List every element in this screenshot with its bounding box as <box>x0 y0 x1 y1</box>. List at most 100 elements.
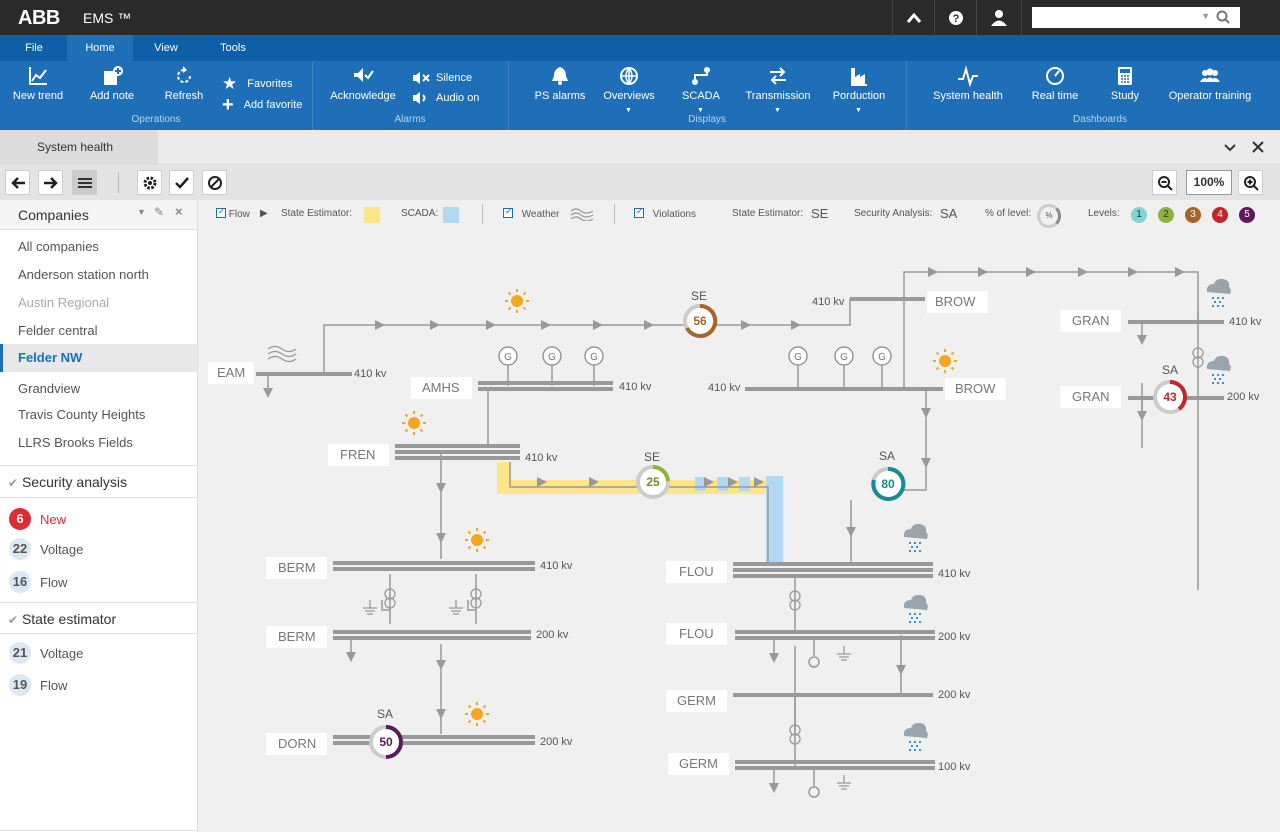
new-alarms-link[interactable]: New <box>40 512 66 527</box>
search-icon[interactable] <box>1216 10 1230 24</box>
sidebar: Companies ▼ ✎ × All companies Anderson s… <box>0 200 198 832</box>
user-button[interactable] <box>976 0 1022 35</box>
zoom-in-button[interactable] <box>1238 170 1263 195</box>
app-name: EMS ™ <box>83 10 132 26</box>
voltage-label: 200 kv <box>536 629 569 641</box>
gauge-icon <box>1046 67 1064 85</box>
sa-gauge: 80 SA <box>871 449 906 501</box>
voltage-label: 410 kv <box>938 568 971 580</box>
tab-menu-chevron-icon[interactable] <box>1224 140 1236 158</box>
filter-dropdown-icon[interactable]: ▼ <box>137 207 146 217</box>
transmission-caret-icon[interactable]: ▼ <box>774 107 781 114</box>
company-item[interactable]: Travis County Heights <box>18 407 145 422</box>
wind-icon <box>267 345 297 363</box>
menu-button[interactable] <box>72 170 97 195</box>
silence-button[interactable]: Silence <box>412 71 472 85</box>
station-label: BROW <box>955 381 996 396</box>
arrow-left-icon <box>10 176 25 189</box>
scada-button[interactable]: SCADA <box>676 65 726 102</box>
voltage-link[interactable]: Voltage <box>40 646 83 661</box>
audio-on-button[interactable]: Audio on <box>412 91 479 105</box>
scada-label: SCADA <box>682 90 720 102</box>
tab-system-health[interactable]: System health <box>0 130 158 165</box>
operator-training-button[interactable]: Operator training <box>1164 65 1256 102</box>
search-dropdown-icon[interactable]: ▼ <box>1201 11 1210 21</box>
production-caret-icon[interactable]: ▼ <box>855 107 862 114</box>
forward-button[interactable] <box>38 170 63 195</box>
plus-icon: + <box>222 94 234 116</box>
company-item[interactable]: All companies <box>18 239 99 254</box>
bell-icon <box>552 67 568 85</box>
flow-arrows <box>263 267 1185 793</box>
displays-group-title: Displays <box>688 114 726 125</box>
system-health-button[interactable]: System health <box>928 65 1008 102</box>
menu-icon <box>77 177 92 188</box>
search-input[interactable]: ▼ <box>1032 7 1240 28</box>
study-button[interactable]: Study <box>1102 65 1148 102</box>
help-button[interactable]: ? <box>934 0 976 35</box>
company-item[interactable]: Felder central <box>18 323 97 338</box>
zoom-out-button[interactable] <box>1152 170 1177 195</box>
menu-tools[interactable]: Tools <box>212 35 254 61</box>
pin-icon[interactable]: ✎ <box>154 205 164 219</box>
menu-file[interactable]: File <box>14 35 54 61</box>
voltage-link[interactable]: Voltage <box>40 542 83 557</box>
zoom-level[interactable]: 100% <box>1186 170 1232 195</box>
operator-training-label: Operator training <box>1168 90 1252 102</box>
ps-alarms-button[interactable]: PS alarms <box>530 65 590 102</box>
new-trend-label: New trend <box>12 90 64 102</box>
voltage-label: 410 kv <box>1229 316 1262 328</box>
station-label: GRAN <box>1072 389 1110 404</box>
menu-view[interactable]: View <box>145 35 187 61</box>
real-time-button[interactable]: Real time <box>1028 65 1082 102</box>
divider <box>0 830 197 831</box>
company-item[interactable]: Anderson station north <box>18 267 149 282</box>
flow-link[interactable]: Flow <box>40 575 67 590</box>
transmission-button[interactable]: Transmission <box>740 65 816 102</box>
refresh-button[interactable]: Refresh <box>158 65 210 102</box>
scada-caret-icon[interactable]: ▼ <box>697 107 704 114</box>
generator-label: G <box>794 352 802 363</box>
state-estimator-header[interactable]: ✔ State estimator <box>0 611 197 627</box>
collapse-ribbon-button[interactable] <box>892 0 934 35</box>
sun-icon <box>401 410 427 436</box>
svg-text:?: ? <box>952 13 959 25</box>
diagram-canvas: G G G G G G EAM AMHS FREN BERM BERM DORN… <box>208 267 1262 798</box>
settings-button[interactable] <box>137 170 162 195</box>
flow-count-badge: 19 <box>9 674 31 696</box>
menu-bar: File Home View Tools <box>0 35 1280 61</box>
close-panel-icon[interactable]: × <box>175 204 183 219</box>
close-tab-icon[interactable] <box>1252 140 1264 158</box>
company-item-selected[interactable]: Felder NW <box>0 344 197 372</box>
company-item[interactable]: LLRS Brooks Fields <box>18 435 133 450</box>
back-button[interactable] <box>5 170 30 195</box>
block-button[interactable] <box>202 170 227 195</box>
favorites-button[interactable]: ★ Favorites <box>222 74 293 94</box>
refresh-label: Refresh <box>164 90 204 102</box>
sa-gauge: 43 SA <box>1153 363 1187 414</box>
company-item[interactable]: Austin Regional <box>18 295 109 310</box>
new-trend-button[interactable]: New trend <box>8 65 68 102</box>
acknowledge-button[interactable]: Acknowledge <box>326 65 400 102</box>
pulse-icon <box>958 65 978 87</box>
menu-home[interactable]: Home <box>67 35 133 61</box>
confirm-button[interactable] <box>169 170 194 195</box>
production-button[interactable]: Porduction <box>828 65 890 102</box>
flow-link[interactable]: Flow <box>40 678 67 693</box>
gauge-value: 43 <box>1163 390 1177 404</box>
bus-bars <box>256 297 1224 770</box>
gauge-tag: SA <box>879 449 895 463</box>
overviews-button[interactable]: Overviews <box>600 65 658 102</box>
add-favorite-button[interactable]: + Add favorite <box>222 94 302 116</box>
overviews-label: Overviews <box>603 90 655 102</box>
overviews-caret-icon[interactable]: ▼ <box>625 107 632 114</box>
add-note-button[interactable]: Add note <box>84 65 140 102</box>
security-analysis-header[interactable]: ✔ Security analysis <box>0 474 197 490</box>
ps-alarms-label: PS alarms <box>534 90 586 102</box>
transmission-icon <box>770 67 786 85</box>
company-item[interactable]: Grandview <box>18 381 80 396</box>
generators <box>498 346 892 366</box>
divider <box>0 465 197 466</box>
rain-cloud-icon <box>903 523 928 552</box>
users-icon <box>1200 68 1220 82</box>
